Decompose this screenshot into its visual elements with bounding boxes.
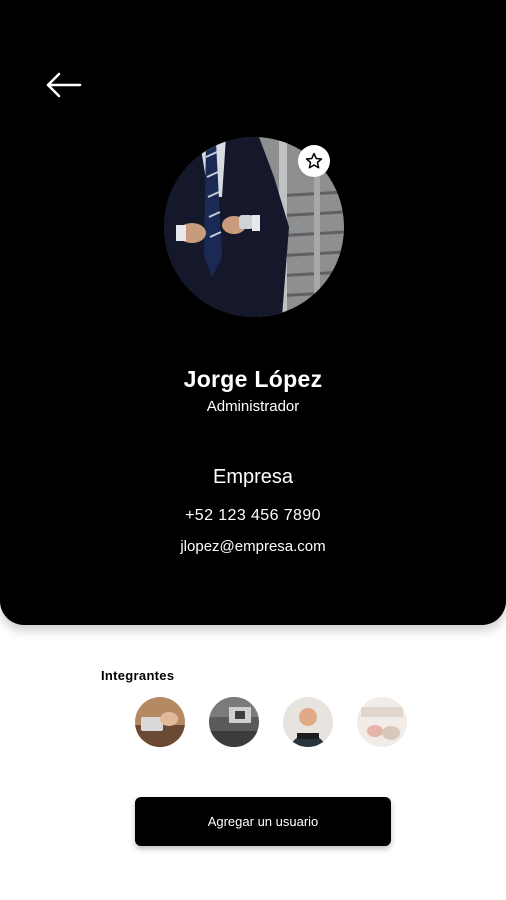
member-photo-1	[135, 697, 185, 747]
add-user-button[interactable]: Agregar un usuario	[135, 797, 391, 846]
profile-phone[interactable]: +52 123 456 7890	[0, 507, 506, 525]
profile-avatar	[164, 137, 344, 317]
profile-email[interactable]: jlopez@empresa.com	[0, 538, 506, 555]
member-avatar-1[interactable]	[135, 697, 185, 747]
profile-card: Jorge López Administrador Empresa +52 12…	[0, 0, 506, 625]
arrow-left-icon	[46, 72, 82, 98]
profile-company: Empresa	[212, 466, 294, 488]
member-avatar-3[interactable]	[283, 697, 333, 747]
member-photo-3	[283, 697, 333, 747]
profile-name: Jorge López	[183, 366, 323, 392]
member-avatar-2[interactable]	[209, 697, 259, 747]
star-outline-icon	[305, 152, 323, 169]
members-title: Integrantes	[101, 668, 175, 683]
member-photo-2	[209, 697, 259, 747]
favorite-button[interactable]	[298, 145, 330, 177]
member-avatar-4[interactable]	[357, 697, 407, 747]
back-button[interactable]	[44, 70, 84, 100]
member-photo-4	[357, 697, 407, 747]
profile-role: Administrador	[206, 398, 300, 415]
